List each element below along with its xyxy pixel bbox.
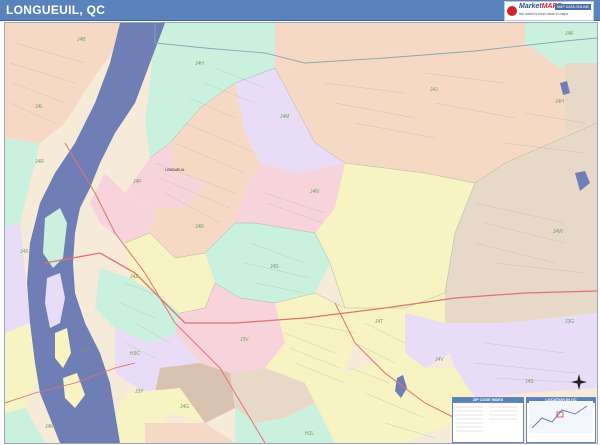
zone-label: J3Y bbox=[135, 389, 144, 395]
logo-line1: Market bbox=[519, 3, 542, 10]
title-bar: LONGUEUIL, QC MarketMAPS the nation's be… bbox=[0, 0, 600, 21]
zone-label: J4P bbox=[133, 179, 142, 185]
publisher-logo: MarketMAPS the nation's best value in ma… bbox=[504, 1, 594, 21]
zone-label: J4H bbox=[555, 99, 564, 105]
zip-index-rows bbox=[456, 402, 517, 432]
page-title: LONGUEUIL, QC bbox=[6, 3, 106, 17]
north-arrow-icon bbox=[571, 374, 587, 390]
zone-label: J4B bbox=[77, 37, 86, 43]
zone-label: J4R bbox=[35, 159, 44, 165]
zone-label: J4M bbox=[280, 114, 289, 120]
zone-label: J4N bbox=[310, 189, 319, 195]
zone-label: J4L bbox=[35, 104, 43, 110]
zone-label: J4T bbox=[375, 319, 383, 325]
zone-label: J4K bbox=[565, 31, 574, 37]
map-svg: LONGUEUIL J4B J4H J4J J4K J4L J4M J4N J4P J4R J4S… bbox=[5, 23, 597, 443]
zone-label: J4G bbox=[180, 404, 189, 410]
zone-label: J4V bbox=[435, 357, 444, 363]
zone-label: J4H bbox=[195, 61, 204, 67]
zone-label: J4Z bbox=[130, 274, 138, 280]
zone-label: J4R bbox=[195, 224, 204, 230]
map-page: LONGUEUIL, QC MarketMAPS the nation's be… bbox=[0, 0, 600, 445]
map-canvas[interactable]: LONGUEUIL J4B J4H J4J J4K J4L J4M J4N J4P J4R J4S… bbox=[4, 22, 598, 444]
zone-label: J4Y bbox=[80, 349, 89, 355]
zone-label: J3G bbox=[565, 319, 574, 325]
zone-label: J3V bbox=[240, 337, 249, 343]
zone-label: H3C bbox=[130, 351, 140, 357]
zip-index-panel: ZIP CODE INDEX bbox=[452, 397, 524, 443]
zone-label: J4X bbox=[20, 249, 29, 255]
location-inset-map bbox=[529, 401, 593, 433]
location-inset-panel: LOCATION IN QC bbox=[526, 397, 596, 443]
globe-icon bbox=[507, 6, 517, 16]
zone-label: J4K bbox=[45, 424, 54, 430]
logo-badge: MAP DATA ONLINE bbox=[555, 4, 591, 10]
zone-label: H2L bbox=[305, 431, 314, 437]
zone-label: J4J bbox=[430, 87, 438, 93]
zone-label: J4S bbox=[525, 379, 534, 385]
zone-label: J4W bbox=[553, 229, 563, 235]
city-label: LONGUEUIL bbox=[165, 168, 185, 172]
zone-label: J4S bbox=[270, 264, 279, 270]
logo-tagline: the nation's best value in maps bbox=[519, 12, 569, 16]
